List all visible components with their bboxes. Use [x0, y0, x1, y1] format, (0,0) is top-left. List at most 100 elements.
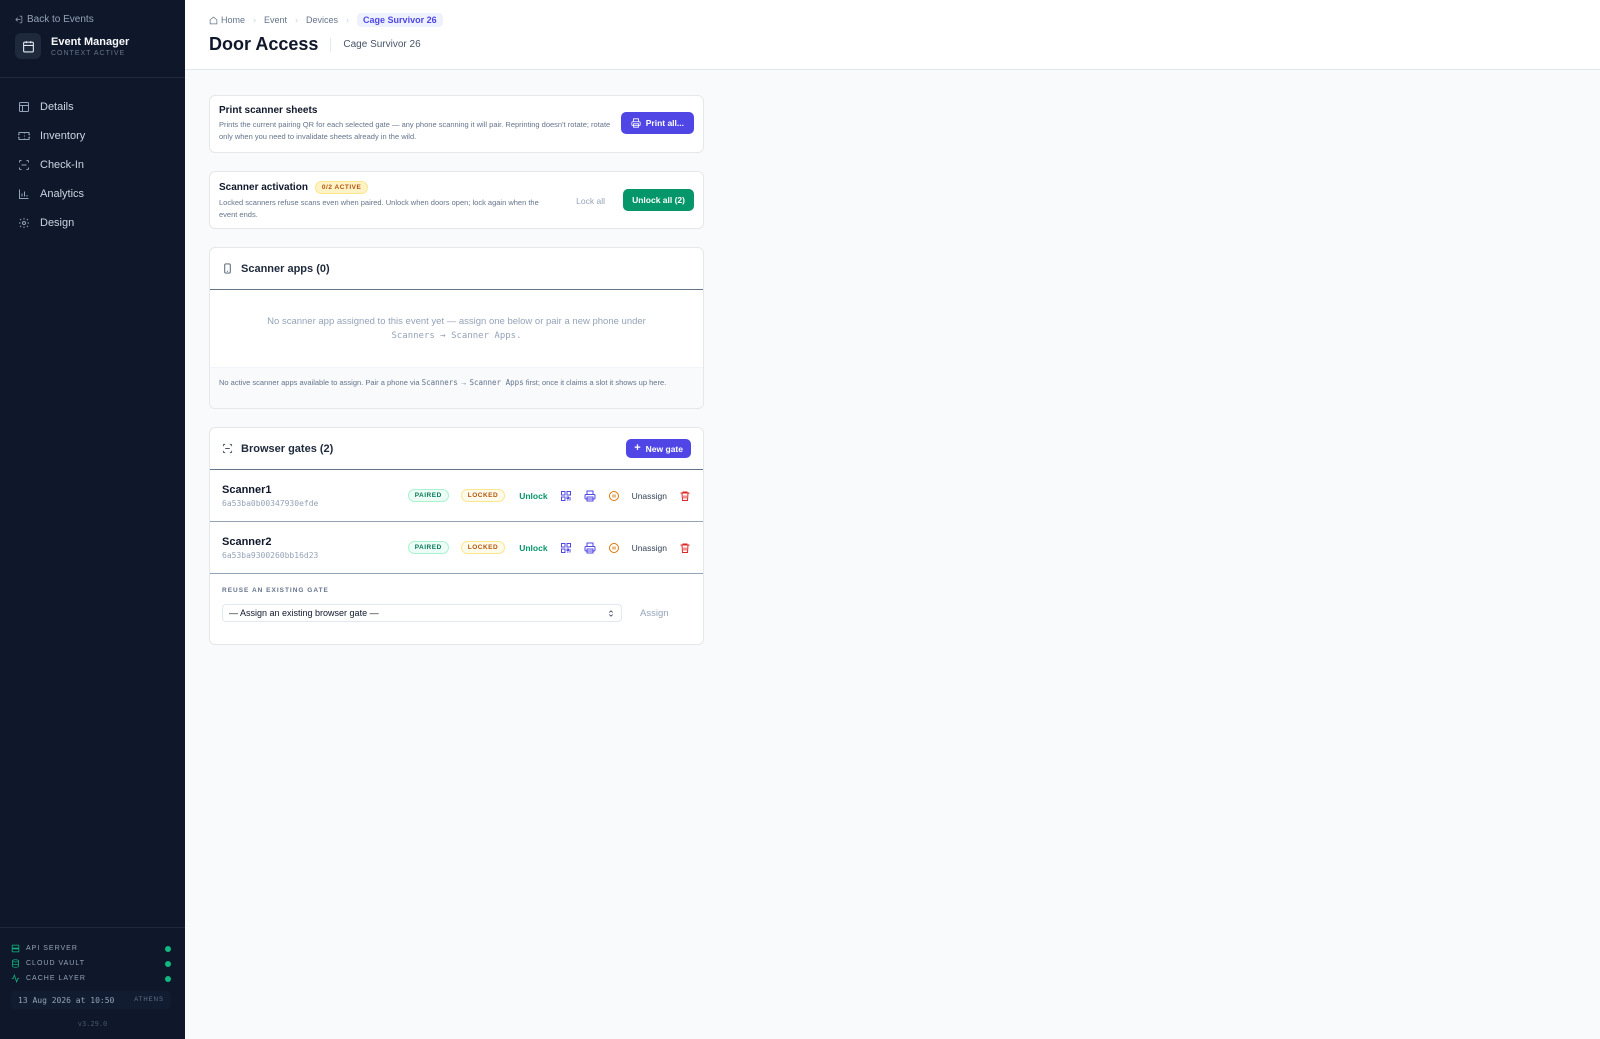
lock-all-button[interactable]: Lock all: [576, 196, 605, 206]
activation-card-title: Scanner activation: [219, 182, 308, 193]
breadcrumb-current: Cage Survivor 26: [357, 13, 443, 27]
smartphone-icon: [224, 263, 231, 274]
reuse-gate-label: REUSE AN EXISTING GATE: [222, 587, 329, 594]
clock-city: ATHENS: [134, 997, 164, 1003]
footer-suffix: first; once it claims a slot it shows up…: [525, 378, 667, 387]
sidebar-item-design[interactable]: Design: [10, 208, 175, 237]
sidebar-item-label: Details: [40, 100, 74, 113]
scanner-activation-card: Scanner activation 0/2 ACTIVE Locked sca…: [209, 171, 704, 229]
paired-badge: PAIRED: [407, 489, 449, 502]
print-all-label: Print all...: [645, 118, 684, 128]
brand-title: Event Manager: [51, 35, 130, 48]
trash-icon[interactable]: [679, 542, 691, 554]
app-version: v3.29.0: [77, 1020, 108, 1028]
sidebar-item-details[interactable]: Details: [10, 92, 175, 121]
locked-badge: LOCKED: [460, 489, 506, 502]
assign-button[interactable]: Assign: [640, 608, 669, 619]
scanner-apps-empty-state: No scanner app assigned to this event ye…: [210, 290, 703, 367]
unassign-button[interactable]: Unassign: [632, 491, 667, 501]
sidebar-item-label: Design: [40, 216, 75, 229]
home-icon: [209, 16, 218, 24]
new-gate-label: New gate: [645, 443, 683, 454]
scanner-apps-footer: No active scanner apps available to assi…: [210, 367, 703, 408]
browser-gates-title: Browser gates (2): [241, 442, 334, 455]
footer-path-scanner-apps: Scanner Apps: [469, 378, 524, 387]
sidebar-nav: Details Inventory Check-In Analytics Des…: [10, 92, 175, 237]
database-icon: [12, 959, 19, 968]
unassign-button[interactable]: Unassign: [632, 543, 667, 553]
empty-state-path: Scanners → Scanner Apps.: [391, 331, 522, 341]
scanner-apps-header: Scanner apps (0): [210, 248, 703, 290]
pause-icon[interactable]: [608, 490, 620, 502]
back-to-events-link[interactable]: Back to Events: [14, 14, 94, 25]
pause-icon[interactable]: [608, 542, 620, 554]
select-value: — Assign an existing browser gate —: [229, 608, 379, 618]
activity-icon: [11, 974, 20, 983]
scanner-apps-title: Scanner apps (0): [241, 262, 330, 275]
sidebar-item-check-in[interactable]: Check-In: [10, 150, 175, 179]
sidebar: Back to Events Event Manager CONTEXT ACT…: [0, 0, 185, 1039]
layout-icon: [19, 101, 29, 112]
chevron-right-icon: ›: [346, 15, 350, 25]
status-cloud-vault: CLOUD VAULT: [11, 956, 171, 971]
sidebar-bottom-divider: [0, 927, 185, 928]
bar-chart-icon: [19, 189, 29, 199]
calendar-icon: [15, 33, 41, 59]
breadcrumb-event[interactable]: Event: [264, 15, 287, 25]
sidebar-item-label: Check-In: [40, 158, 85, 171]
gate-info: Scanner2 6a53ba9300260bb16d23: [222, 536, 408, 560]
arrow-right-icon: →: [459, 378, 468, 387]
ticket-icon: [18, 131, 30, 140]
page-subtitle: Cage Survivor 26: [343, 39, 421, 50]
sidebar-item-analytics[interactable]: Analytics: [10, 179, 175, 208]
status-label: API SERVER: [26, 945, 78, 952]
printer-icon[interactable]: [584, 542, 596, 554]
breadcrumb-home[interactable]: Home: [209, 15, 245, 25]
unlock-all-button[interactable]: Unlock all (2): [623, 189, 694, 211]
gate-name: Scanner1: [222, 483, 272, 496]
server-icon: [11, 944, 20, 953]
reuse-gate-section: REUSE AN EXISTING GATE — Assign an exist…: [210, 574, 703, 622]
plus-icon: +: [634, 442, 641, 454]
sidebar-item-label: Analytics: [40, 187, 85, 200]
browser-gates-card: Browser gates (2) + New gate Scanner1 6a…: [209, 427, 704, 645]
footer-path-scanners: Scanners: [421, 378, 458, 387]
printer-icon[interactable]: [584, 490, 596, 502]
page-title: Door Access: [209, 34, 319, 54]
trash-icon[interactable]: [679, 490, 691, 502]
scan-icon: [19, 159, 29, 170]
locked-badge: LOCKED: [460, 541, 506, 554]
empty-state-text: No scanner app assigned to this event ye…: [267, 316, 646, 327]
clock: 13 Aug 2026 at 10:50 ATHENS: [11, 991, 171, 1009]
sidebar-item-inventory[interactable]: Inventory: [10, 121, 175, 150]
footer-prefix: No active scanner apps available to assi…: [219, 378, 420, 387]
unlock-button[interactable]: Unlock: [519, 543, 547, 553]
gear-icon: [19, 217, 29, 228]
qr-code-icon[interactable]: [560, 542, 572, 554]
clock-time: 13 Aug 2026 at 10:50: [18, 995, 115, 1005]
sidebar-item-label: Inventory: [40, 129, 86, 142]
gate-row: Scanner1 6a53ba0b00347930efde PAIRED LOC…: [210, 470, 703, 522]
brand-subtitle: CONTEXT ACTIVE: [51, 49, 126, 57]
print-all-button[interactable]: Print all...: [620, 112, 694, 134]
sidebar-divider: [0, 77, 185, 78]
status-api-server: API SERVER: [11, 941, 171, 956]
qr-code-icon[interactable]: [560, 490, 572, 502]
unlock-button[interactable]: Unlock: [519, 491, 547, 501]
gate-id: 6a53ba9300260bb16d23: [222, 550, 319, 560]
new-gate-button[interactable]: + New gate: [626, 439, 691, 458]
chevron-right-icon: ›: [253, 15, 257, 25]
title-row: Door Access Cage Survivor 26: [209, 34, 421, 55]
existing-gate-select[interactable]: — Assign an existing browser gate —: [222, 604, 622, 622]
breadcrumb-devices[interactable]: Devices: [306, 15, 338, 25]
title-divider: [330, 37, 332, 52]
active-count-badge: 0/2 ACTIVE: [314, 181, 369, 194]
status-dot: [165, 945, 171, 952]
gate-name: Scanner2: [222, 535, 272, 548]
gate-row: Scanner2 6a53ba9300260bb16d23 PAIRED LOC…: [210, 522, 703, 574]
breadcrumb: Home › Event › Devices › Cage Survivor 2…: [209, 13, 443, 27]
chevron-right-icon: ›: [295, 15, 299, 25]
scanner-apps-card: Scanner apps (0) No scanner app assigned…: [209, 247, 704, 409]
status-dot: [165, 960, 171, 967]
status-dot: [165, 975, 171, 982]
